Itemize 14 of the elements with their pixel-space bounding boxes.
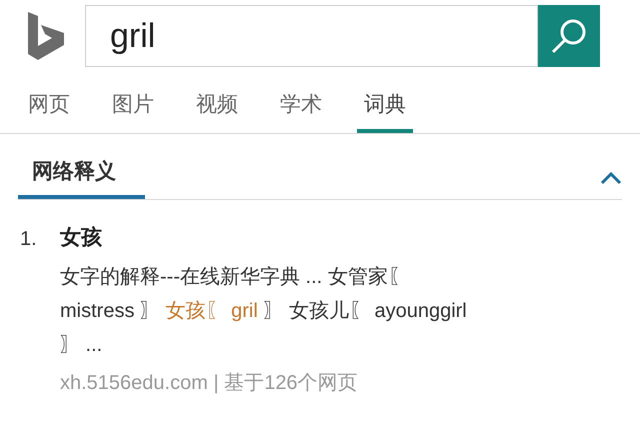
- tab[interactable]: 网页: [21, 81, 77, 132]
- search-button[interactable]: [538, 5, 600, 67]
- chevron-up-icon[interactable]: [600, 171, 622, 185]
- tab[interactable]: 视频: [189, 81, 245, 132]
- tab[interactable]: 图片: [105, 81, 161, 132]
- result-title[interactable]: 女孩: [60, 222, 102, 254]
- tab[interactable]: 词典: [357, 81, 413, 132]
- result-snippet: 女字的解释---在线新华字典 ... 女管家〖 mistress 〗 女孩〖 gril 〗 女孩儿〖 ayounggirl 〗 ...: [60, 264, 468, 358]
- list-number: 1.: [19, 227, 38, 252]
- search-field[interactable]: gril: [85, 5, 538, 67]
- tab[interactable]: 学术: [273, 81, 329, 132]
- section-tab[interactable]: 网络释义: [18, 156, 145, 199]
- logo-icon: [26, 12, 66, 60]
- result-source: xh.5156edu.com | 基于126个网页: [60, 370, 358, 396]
